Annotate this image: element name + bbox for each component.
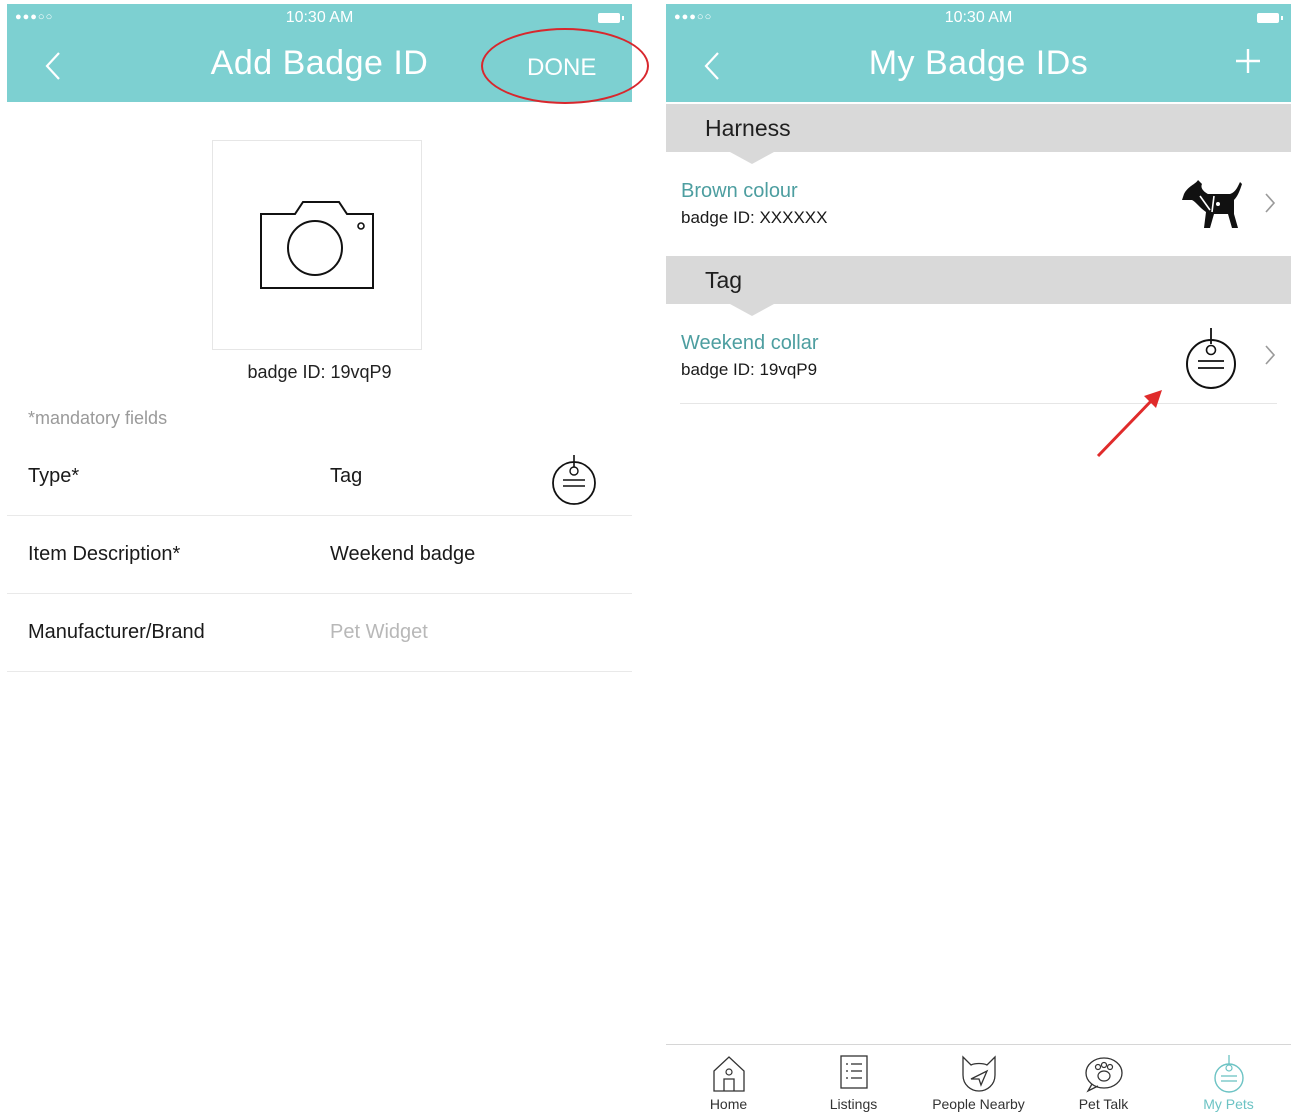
tag-icon bbox=[1186, 328, 1236, 389]
badge-item-id: badge ID: 19vqP9 bbox=[681, 360, 818, 379]
listings-icon bbox=[839, 1055, 868, 1089]
tab-people-nearby[interactable]: People Nearby bbox=[916, 1045, 1041, 1113]
home-icon bbox=[712, 1056, 745, 1092]
badge-item-name: Weekend collar bbox=[681, 332, 819, 354]
mandatory-note: *mandatory fields bbox=[28, 408, 168, 428]
chevron-right-icon bbox=[1265, 345, 1276, 365]
section-title: Tag bbox=[705, 267, 743, 293]
chevron-right-icon bbox=[1265, 193, 1276, 213]
badge-item-weekend-collar[interactable]: Weekend collar badge ID: 19vqP9 bbox=[666, 304, 1291, 404]
my-badges-screen: ●●●○○ 10:30 AM My Badge IDs Harness Brow… bbox=[666, 0, 1291, 1113]
manufacturer-input[interactable]: Pet Widget bbox=[330, 593, 428, 671]
section-title: Harness bbox=[705, 115, 791, 141]
divider bbox=[680, 403, 1277, 404]
tab-listings[interactable]: Listings bbox=[791, 1045, 916, 1113]
item-description-field[interactable]: Item Description* Weekend badge bbox=[7, 515, 632, 594]
tab-bar: Home Listings People Nearby Pet Talk My … bbox=[666, 1044, 1291, 1113]
section-header-harness: Harness bbox=[666, 104, 1291, 164]
tab-label: Home bbox=[709, 1096, 748, 1112]
tab-label: Pet Talk bbox=[1078, 1096, 1129, 1112]
badge-id-caption: badge ID: 19vqP9 bbox=[247, 362, 392, 382]
page-title: My Badge IDs bbox=[868, 44, 1089, 82]
status-time: 10:30 AM bbox=[285, 9, 354, 26]
manufacturer-label: Manufacturer/Brand bbox=[28, 621, 205, 643]
item-description-value: Weekend badge bbox=[330, 543, 476, 565]
status-bar: ●●●○○ 10:30 AM bbox=[666, 4, 1291, 30]
plus-icon bbox=[1236, 49, 1260, 73]
manufacturer-field[interactable]: Manufacturer/Brand Pet Widget bbox=[7, 593, 632, 672]
cat-location-icon bbox=[961, 1055, 996, 1092]
battery-icon bbox=[1257, 13, 1283, 23]
dog-harness-icon bbox=[1182, 180, 1242, 228]
tab-label: My Pets bbox=[1203, 1096, 1254, 1112]
add-photo-button[interactable] bbox=[212, 140, 422, 350]
status-bar: ●●●○○ 10:30 AM bbox=[7, 4, 632, 30]
tab-home[interactable]: Home bbox=[666, 1045, 791, 1113]
badge-item-name: Brown colour bbox=[681, 180, 798, 202]
add-badge-screen: ●●●○○ 10:30 AM Add Badge ID DONE badge I… bbox=[7, 0, 649, 1112]
type-value: Tag bbox=[330, 465, 363, 487]
badge-item-id: badge ID: XXXXXX bbox=[681, 208, 828, 227]
tab-my-pets[interactable]: My Pets bbox=[1166, 1045, 1291, 1113]
status-time: 10:30 AM bbox=[944, 9, 1013, 26]
nav-bar: Add Badge ID DONE bbox=[7, 28, 649, 104]
type-label: Type* bbox=[28, 465, 80, 487]
tab-pet-talk[interactable]: Pet Talk bbox=[1041, 1045, 1166, 1113]
tab-label: People Nearby bbox=[932, 1096, 1025, 1112]
type-field[interactable]: Type* Tag bbox=[7, 437, 632, 516]
nav-bar: My Badge IDs bbox=[666, 30, 1291, 102]
camera-icon bbox=[260, 201, 374, 289]
add-badge-button[interactable] bbox=[1233, 46, 1263, 81]
section-header-tag: Tag bbox=[666, 256, 1291, 316]
paw-chat-icon bbox=[1084, 1057, 1123, 1093]
done-button[interactable]: DONE bbox=[527, 54, 596, 82]
tag-icon bbox=[1213, 1055, 1244, 1093]
battery-icon bbox=[598, 13, 624, 23]
badge-item-brown-colour[interactable]: Brown colour badge ID: XXXXXX bbox=[666, 152, 1291, 252]
item-description-label: Item Description* bbox=[28, 543, 181, 565]
tab-label: Listings bbox=[829, 1096, 878, 1112]
tag-icon bbox=[552, 455, 596, 505]
